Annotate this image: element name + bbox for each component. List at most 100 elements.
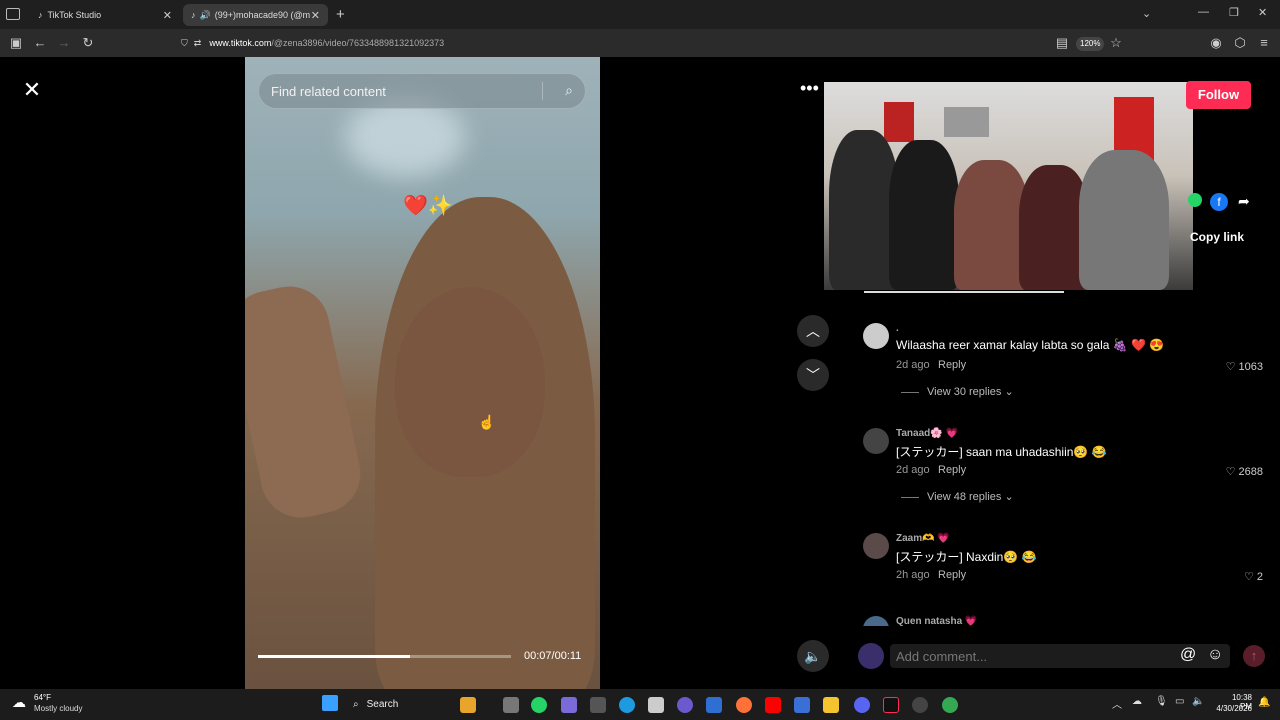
- tab-tiktok-studio[interactable]: ♪ TikTok Studio ✕: [30, 4, 180, 26]
- comment-username[interactable]: Tanaad🌸 💗: [896, 428, 958, 439]
- video-player[interactable]: [245, 57, 600, 689]
- microphone-icon[interactable]: 🎙: [1155, 696, 1168, 707]
- search-placeholder: Find related content: [271, 83, 386, 99]
- comments-list[interactable]: . Wilaasha reer xamar kalay labta so gal…: [845, 293, 1280, 626]
- whatsapp-icon[interactable]: [531, 697, 547, 713]
- account-icon[interactable]: ◉: [1208, 35, 1224, 51]
- post-comment-button[interactable]: ↑: [1243, 645, 1265, 667]
- search-divider: [542, 82, 543, 100]
- comment-username[interactable]: Zaam🫶 💗: [896, 533, 950, 544]
- forward-icon[interactable]: →: [56, 35, 72, 50]
- onedrive-icon[interactable]: ☁: [1132, 696, 1142, 707]
- whatsapp-share-icon[interactable]: [1188, 193, 1202, 207]
- zoom-badge[interactable]: 120%: [1076, 37, 1105, 51]
- reply-button[interactable]: Reply: [938, 569, 966, 581]
- close-tab-icon[interactable]: ✕: [163, 9, 172, 22]
- view-replies-button[interactable]: View 48 replies ⌄: [901, 490, 1014, 503]
- search-icon[interactable]: ⌕: [565, 82, 573, 99]
- shield-icon[interactable]: ⛉: [181, 38, 188, 49]
- hand-cursor-icon: ☝: [478, 414, 496, 430]
- tab-video[interactable]: ♪ 🔊 (99+)mohacade90 (@moh... ✕: [183, 4, 328, 26]
- poster: [884, 102, 914, 142]
- maximize-icon[interactable]: ❐: [1229, 6, 1239, 19]
- store-icon[interactable]: [648, 697, 664, 713]
- tiktok-icon[interactable]: [883, 697, 899, 713]
- edge-icon[interactable]: [619, 697, 635, 713]
- weather-icon[interactable]: ☁: [12, 694, 26, 711]
- next-video-button[interactable]: ﹀: [797, 359, 829, 391]
- close-tab-icon[interactable]: ✕: [311, 9, 320, 22]
- extensions-icon[interactable]: ⬡: [1232, 35, 1248, 51]
- app-icon[interactable]: [677, 697, 693, 713]
- chrome-icon[interactable]: [942, 697, 958, 713]
- comment-time: 2h ago: [896, 569, 930, 581]
- minimize-icon[interactable]: —: [1198, 6, 1209, 18]
- comment-username[interactable]: .: [896, 323, 899, 334]
- weather-temp[interactable]: 64°F: [34, 693, 51, 702]
- new-tab-icon[interactable]: +: [336, 6, 345, 23]
- facebook-share-icon[interactable]: f: [1210, 193, 1228, 211]
- app-icon[interactable]: [460, 697, 476, 713]
- light-glare: [345, 97, 465, 177]
- app-icon[interactable]: [794, 697, 810, 713]
- like-count: 2688: [1238, 466, 1263, 478]
- find-related-search[interactable]: Find related content ⌕: [258, 73, 586, 109]
- user-avatar[interactable]: [858, 643, 884, 669]
- notification-icon[interactable]: 🔔: [1258, 697, 1270, 708]
- windows-start-icon[interactable]: [322, 695, 338, 711]
- task-view-icon[interactable]: [503, 697, 519, 713]
- sidebar-icon[interactable]: ▣: [8, 35, 24, 51]
- comment-username[interactable]: Quen natasha 💗: [896, 616, 977, 626]
- like-button[interactable]: ♡ 1063: [1226, 360, 1263, 373]
- more-options-icon[interactable]: •••: [800, 78, 819, 99]
- discord-icon[interactable]: [854, 697, 870, 713]
- reply-button[interactable]: Reply: [938, 359, 966, 371]
- close-window-icon[interactable]: ✕: [1258, 6, 1267, 19]
- menu-icon[interactable]: ≡: [1256, 35, 1272, 50]
- taskbar-search[interactable]: ⌕ Search: [347, 693, 447, 715]
- mention-icon[interactable]: @: [1180, 646, 1196, 664]
- share-arrow-icon[interactable]: ➦: [1238, 193, 1250, 210]
- avatar[interactable]: [863, 323, 889, 349]
- reader-view-icon[interactable]: ▤: [1054, 35, 1070, 51]
- view-replies-button[interactable]: View 30 replies ⌄: [901, 385, 1014, 398]
- weather-desc[interactable]: Mostly cloudy: [34, 704, 82, 713]
- volume-icon[interactable]: 🔈: [1192, 696, 1204, 707]
- file-explorer-icon[interactable]: [823, 697, 839, 713]
- volume-button[interactable]: 🔈: [797, 640, 829, 672]
- like-button[interactable]: ♡ 2688: [1226, 465, 1263, 478]
- reply-button[interactable]: Reply: [938, 464, 966, 476]
- clock-date[interactable]: 4/30/2026: [1212, 704, 1252, 713]
- bookmark-star-icon[interactable]: ☆: [1108, 35, 1124, 51]
- address-bar[interactable]: ⛉ ⇄ www.tiktok.com /@zena3896/video/7633…: [181, 33, 1141, 53]
- tab-actions-icon[interactable]: [6, 8, 20, 20]
- app-icon[interactable]: [912, 697, 928, 713]
- add-comment-input[interactable]: Add comment...: [890, 644, 1230, 668]
- video-progress-bar[interactable]: [258, 655, 511, 658]
- picture-in-picture-video[interactable]: [824, 82, 1193, 290]
- network-icon[interactable]: ▭: [1175, 696, 1184, 707]
- app-icon[interactable]: [590, 697, 606, 713]
- previous-video-button[interactable]: ︿: [797, 315, 829, 347]
- person-hand: [245, 279, 368, 525]
- site-info-icon[interactable]: ⇄: [194, 38, 202, 49]
- avatar[interactable]: [863, 616, 889, 626]
- like-button[interactable]: ♡ 2: [1244, 570, 1263, 583]
- close-video-button[interactable]: ✕: [18, 76, 46, 104]
- back-icon[interactable]: ←: [32, 35, 48, 50]
- copy-link-button[interactable]: Copy link: [1190, 230, 1244, 244]
- reload-icon[interactable]: ↻: [80, 35, 96, 51]
- avatar[interactable]: [863, 533, 889, 559]
- app-icon[interactable]: [706, 697, 722, 713]
- search-icon: ⌕: [353, 698, 359, 710]
- tab-label: (99+)mohacade90 (@moh...: [214, 10, 310, 20]
- copilot-icon[interactable]: [561, 697, 577, 713]
- youtube-icon[interactable]: [765, 697, 781, 713]
- follow-button[interactable]: Follow: [1186, 81, 1251, 109]
- firefox-icon[interactable]: [736, 697, 752, 713]
- emoji-icon[interactable]: ☺: [1207, 646, 1223, 664]
- avatar[interactable]: [863, 428, 889, 454]
- speaker-icon[interactable]: 🔊: [200, 10, 211, 21]
- chevron-down-icon[interactable]: ⌄: [1142, 7, 1151, 20]
- chevron-up-icon[interactable]: ︿: [1112, 696, 1122, 711]
